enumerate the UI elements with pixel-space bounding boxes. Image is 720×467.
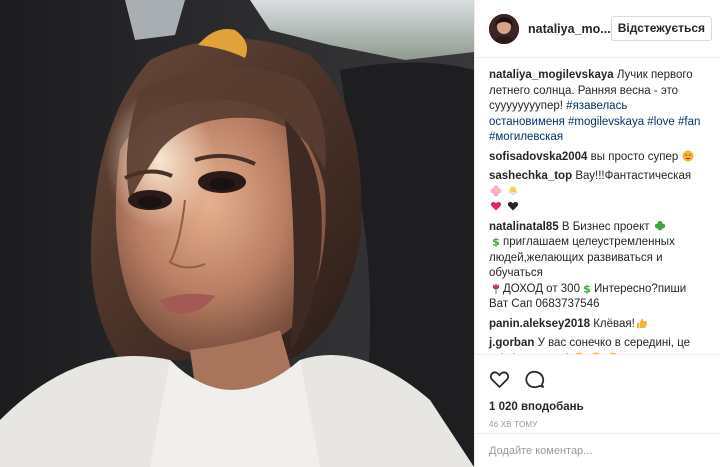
comment-username[interactable]: sofisadovska2004 [489, 151, 587, 163]
avatar-image [489, 13, 519, 44]
heart-red-emoji-icon [490, 201, 502, 211]
comment-username[interactable]: j.gorban [489, 337, 534, 349]
comment-username[interactable]: natalinatal85 [489, 221, 559, 233]
comment-input[interactable] [489, 445, 707, 457]
blossom-emoji-icon [490, 185, 502, 196]
thumbs-up-emoji-icon [636, 318, 647, 328]
selfie-photo-image [0, 0, 474, 467]
comment-text: Вау!!!Фантастическая [575, 170, 692, 182]
dollar-emoji-icon: $ [492, 236, 500, 248]
header-username[interactable]: nataliya_mo... [528, 22, 611, 36]
comment-item: sashechka_top Вау!!!Фантастическая [489, 169, 706, 216]
caption-username[interactable]: nataliya_mogilevskaya [489, 69, 614, 81]
comment-text: приглашаем целеустремленных людей,желающ… [489, 236, 675, 279]
comment-text: ДОХОД от 300 [503, 282, 580, 295]
clover-emoji-icon [654, 220, 665, 230]
comment-text: Клёвая! [593, 317, 635, 330]
speech-bubble-icon[interactable] [524, 369, 545, 390]
heart-eyes-emoji-icon [682, 150, 694, 161]
comments-list: nataliya_mogilevskaya Лучик первого летн… [475, 58, 720, 354]
comment-item: sofisadovska2004 вы просто супер [489, 150, 706, 166]
heart-black-emoji-icon [508, 201, 519, 211]
svg-text:$: $ [492, 236, 500, 248]
avatar[interactable] [489, 13, 519, 44]
comment-text: В Бизнес проект [561, 220, 650, 233]
post-photo[interactable] [0, 0, 474, 467]
heart-outline-icon[interactable] [489, 369, 510, 390]
post-header: nataliya_mo... Відстежується [475, 0, 720, 58]
post-actions-area: 1 020 вподобань 46 ХВ ТОМУ [475, 354, 720, 429]
comment-username[interactable]: panin.aleksey2018 [489, 318, 590, 330]
post-timestamp[interactable]: 46 ХВ ТОМУ [489, 420, 707, 429]
likes-count[interactable]: 1 020 вподобань [489, 401, 707, 413]
following-button[interactable]: Відстежується [610, 16, 712, 41]
svg-text:$: $ [583, 282, 591, 294]
dollar-emoji-icon: $ [583, 282, 591, 294]
tulip-emoji-icon [493, 283, 499, 294]
action-bar [489, 367, 707, 391]
comment-username[interactable]: sashechka_top [489, 170, 572, 182]
comment-text: вы просто супер [590, 150, 679, 163]
comment-item: j.gorban У вас сонечко в середині, це вс… [489, 336, 706, 354]
caption: nataliya_mogilevskaya Лучик первого летн… [489, 68, 706, 146]
post-side-panel: nataliya_mo... Відстежується nataliya_mo… [474, 0, 720, 467]
comment-item: natalinatal85 В Бизнес проект $ приглашае… [489, 220, 706, 313]
add-comment-bar [475, 433, 720, 467]
chick-emoji-icon [508, 186, 518, 195]
comment-item: panin.aleksey2018 Клёвая! [489, 317, 706, 333]
instagram-post: nataliya_mo... Відстежується nataliya_mo… [0, 0, 720, 467]
